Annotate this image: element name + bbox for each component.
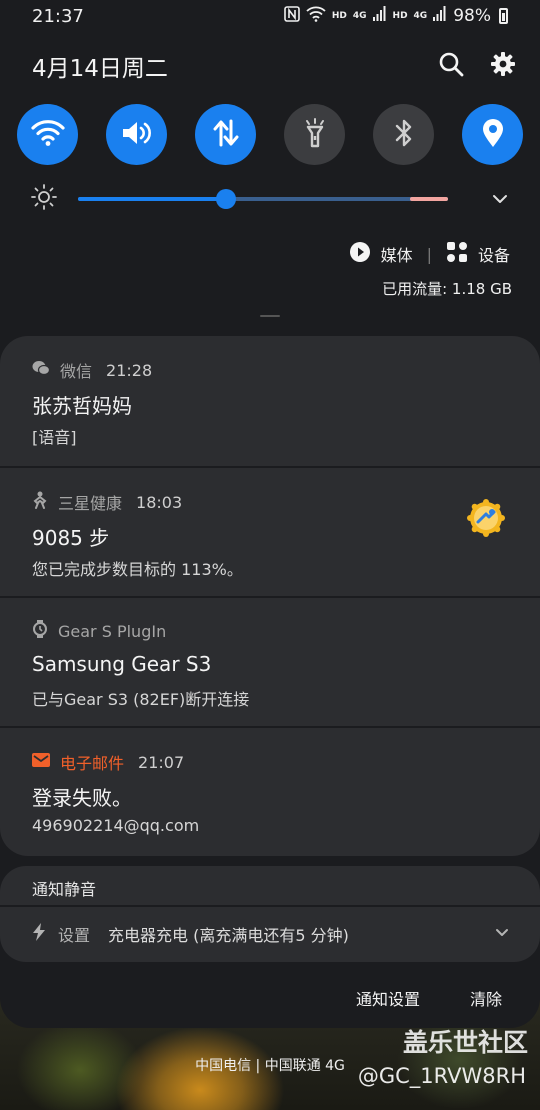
notification-header: Gear S PlugIn	[32, 620, 166, 642]
app-name: 三星健康	[58, 494, 123, 513]
notification-card[interactable]: 微信 21:28 张苏哲妈妈 [语音]	[0, 336, 540, 466]
cell-signal-icon	[372, 6, 387, 26]
device-label: 设备	[477, 246, 510, 265]
wechat-icon	[32, 360, 51, 380]
lightning-icon	[32, 923, 46, 945]
notification-time: 21:07	[138, 752, 185, 772]
notification-card[interactable]: Gear S PlugIn Samsung Gear S3 已与Gear S3 …	[0, 596, 540, 726]
brightness-slider-thumb[interactable]	[216, 189, 236, 209]
watermark: 盖乐世社区	[402, 1028, 528, 1057]
bluetooth-icon	[392, 117, 416, 153]
notification-card[interactable]: 三星健康 18:03 9085 步 您已完成步数目标的 113%。	[0, 466, 540, 596]
notification-body: 充电器充电 (离充满电还有5 分钟)	[108, 926, 349, 945]
media-button[interactable]: 媒体	[349, 241, 413, 267]
notification-actions-bar: 通知设置 清除	[0, 966, 540, 1028]
notification-header: 微信 21:28	[32, 358, 152, 382]
quick-settings-toggles	[17, 104, 523, 165]
brightness-icon	[30, 183, 58, 215]
network-gen-label: 4G	[352, 10, 367, 21]
achievement-badge-icon	[466, 498, 506, 542]
mobile-data-toggle[interactable]	[195, 104, 256, 165]
hd-label: HD	[392, 10, 408, 21]
chevron-down-icon[interactable]	[494, 924, 510, 944]
app-name: Gear S PlugIn	[58, 621, 167, 641]
date-label: 4月14日周二	[32, 56, 168, 82]
silent-notifications: 通知静音 设置 充电器充电 (离充满电还有5 分钟)	[0, 866, 540, 962]
notification-time: 21:28	[106, 360, 153, 380]
flashlight-toggle[interactable]	[284, 104, 345, 165]
notification-title: Samsung Gear S3	[32, 652, 212, 676]
nfc-icon	[284, 6, 300, 26]
app-name: 电子邮件	[60, 754, 125, 773]
devices-grid-icon	[446, 241, 468, 267]
clear-button[interactable]: 清除	[470, 986, 502, 1010]
notification-time: 18:03	[136, 492, 183, 512]
silent-notification-item[interactable]: 设置 充电器充电 (离充满电还有5 分钟)	[32, 922, 510, 946]
notification-body: 已与Gear S3 (82EF)断开连接	[32, 690, 250, 709]
wifi-icon	[30, 119, 65, 151]
notification-body: [语音]	[32, 428, 77, 447]
notification-body: 496902214@qq.com	[32, 816, 200, 835]
cell-signal-icon	[433, 6, 447, 26]
notification-title: 9085 步	[32, 526, 110, 550]
data-usage-label: 已用流量: 1.18 GB	[382, 280, 512, 298]
bluetooth-toggle[interactable]	[373, 104, 434, 165]
device-button[interactable]: 设备	[446, 241, 510, 267]
clock: 21:37	[32, 5, 84, 27]
battery-icon	[499, 8, 508, 24]
wifi-signal-icon	[306, 6, 326, 26]
notification-settings-button[interactable]: 通知设置	[356, 986, 420, 1010]
brightness-slider[interactable]	[78, 189, 448, 209]
panel-header: 4月14日周二	[32, 46, 516, 86]
chevron-down-icon[interactable]	[490, 189, 510, 213]
notification-header: 电子邮件 21:07	[32, 750, 184, 774]
media-label: 媒体	[380, 246, 413, 265]
play-circle-icon	[349, 241, 371, 267]
wifi-toggle[interactable]	[17, 104, 78, 165]
watermark-handle: @GC_1RVW8RH	[357, 1064, 526, 1088]
app-name: 微信	[60, 362, 93, 381]
app-name: 设置	[58, 926, 91, 945]
location-icon	[480, 117, 506, 153]
battery-percent: 98%	[453, 6, 491, 26]
status-bar: 21:37 HD 4G HD 4G 98%	[0, 0, 540, 32]
brightness-high-zone	[410, 197, 448, 201]
brightness-control	[30, 184, 510, 214]
location-toggle[interactable]	[462, 104, 523, 165]
email-icon	[32, 752, 50, 772]
status-icons: HD 4G HD 4G 98%	[284, 6, 508, 26]
drag-handle[interactable]	[260, 315, 280, 317]
notification-title: 张苏哲妈妈	[32, 394, 132, 418]
sound-toggle[interactable]	[106, 104, 167, 165]
flashlight-icon	[301, 117, 329, 153]
network-gen-label: 4G	[413, 10, 428, 21]
mobile-data-icon	[211, 119, 241, 151]
header-actions	[438, 51, 516, 81]
notification-title: 登录失败。	[32, 786, 132, 810]
search-icon[interactable]	[438, 51, 464, 81]
divider: |	[426, 244, 432, 264]
notification-list: 微信 21:28 张苏哲妈妈 [语音] 三星健康 18:03 9085 步 您已…	[0, 336, 540, 856]
brightness-slider-fill	[78, 197, 226, 201]
notification-body: 您已完成步数目标的 113%。	[32, 560, 243, 579]
divider	[0, 905, 540, 907]
hd-label: HD	[331, 10, 347, 21]
silent-section-title: 通知静音	[32, 880, 97, 899]
notification-header: 三星健康 18:03	[32, 490, 182, 514]
notification-card[interactable]: 电子邮件 21:07 登录失败。 496902214@qq.com	[0, 726, 540, 856]
watch-icon	[32, 620, 48, 642]
samsung-health-icon	[32, 491, 48, 513]
gear-icon[interactable]	[490, 51, 516, 81]
media-device-row: 媒体 | 设备	[349, 240, 510, 268]
sound-icon	[120, 119, 154, 151]
